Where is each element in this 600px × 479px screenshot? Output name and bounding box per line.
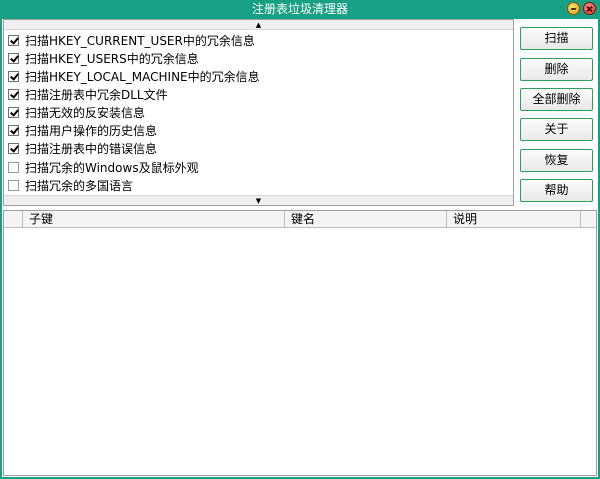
scroll-up-button[interactable]: ▲ <box>4 20 513 30</box>
scan-button[interactable]: 扫描 <box>520 27 593 50</box>
checkbox-icon[interactable] <box>8 88 19 100</box>
table-header: 子键 键名 说明 <box>4 211 596 228</box>
window-border-left <box>0 19 2 479</box>
close-button[interactable] <box>583 2 596 15</box>
option-label: 扫描无效的反安装信息 <box>25 105 146 120</box>
restore-button[interactable]: 恢复 <box>520 149 593 172</box>
option-hklm[interactable]: 扫描HKEY_LOCAL_MACHINE中的冗余信息 <box>8 67 260 85</box>
title-bar: 注册表垃圾清理器 <box>0 0 600 19</box>
option-label: 扫描HKEY_LOCAL_MACHINE中的冗余信息 <box>25 69 260 84</box>
option-windows-appearance[interactable]: 扫描冗余的Windows及鼠标外观 <box>8 158 199 176</box>
results-table[interactable]: 子键 键名 说明 <box>3 210 597 476</box>
option-errors[interactable]: 扫描注册表中的错误信息 <box>8 139 157 157</box>
checkbox-icon[interactable] <box>8 142 19 154</box>
option-label: 扫描注册表中冗余DLL文件 <box>25 87 168 102</box>
checkbox-icon[interactable] <box>8 124 19 136</box>
option-uninstall[interactable]: 扫描无效的反安装信息 <box>8 103 145 121</box>
help-button[interactable]: 帮助 <box>520 179 593 202</box>
option-languages[interactable]: 扫描冗余的多国语言 <box>8 176 133 194</box>
delete-all-button[interactable]: 全部删除 <box>520 88 593 111</box>
scroll-down-icon: ▼ <box>255 197 262 205</box>
scroll-up-icon: ▲ <box>255 21 262 29</box>
option-label: 扫描HKEY_CURRENT_USER中的冗余信息 <box>25 33 255 48</box>
option-history[interactable]: 扫描用户操作的历史信息 <box>8 121 157 139</box>
checkbox-icon[interactable] <box>8 179 19 191</box>
checkbox-icon[interactable] <box>8 52 19 64</box>
checkbox-icon[interactable] <box>8 106 19 118</box>
option-label: 扫描冗余的多国语言 <box>25 178 134 193</box>
column-header-subkey[interactable]: 子键 <box>22 211 284 227</box>
option-hku[interactable]: 扫描HKEY_USERS中的冗余信息 <box>8 49 199 67</box>
column-header-filler <box>580 211 596 227</box>
option-label: 扫描注册表中的错误信息 <box>25 141 158 156</box>
checkbox-icon[interactable] <box>8 70 19 82</box>
minimize-button[interactable] <box>567 2 580 15</box>
scroll-down-button[interactable]: ▼ <box>4 195 513 205</box>
about-button[interactable]: 关于 <box>520 118 593 141</box>
header-stub <box>4 211 21 227</box>
option-hkcu[interactable]: 扫描HKEY_CURRENT_USER中的冗余信息 <box>8 31 255 49</box>
delete-button[interactable]: 删除 <box>520 58 593 81</box>
option-label: 扫描HKEY_USERS中的冗余信息 <box>25 51 199 66</box>
option-dll[interactable]: 扫描注册表中冗余DLL文件 <box>8 85 168 103</box>
column-header-keyname[interactable]: 键名 <box>284 211 446 227</box>
window-title: 注册表垃圾清理器 <box>251 2 348 16</box>
scan-options-panel: ▲ 扫描HKEY_CURRENT_USER中的冗余信息 扫描HKEY_USERS… <box>3 19 514 206</box>
column-header-description[interactable]: 说明 <box>446 211 580 227</box>
checkbox-icon[interactable] <box>8 34 19 46</box>
option-label: 扫描冗余的Windows及鼠标外观 <box>25 160 199 175</box>
checkbox-icon[interactable] <box>8 161 19 173</box>
option-label: 扫描用户操作的历史信息 <box>25 123 158 138</box>
